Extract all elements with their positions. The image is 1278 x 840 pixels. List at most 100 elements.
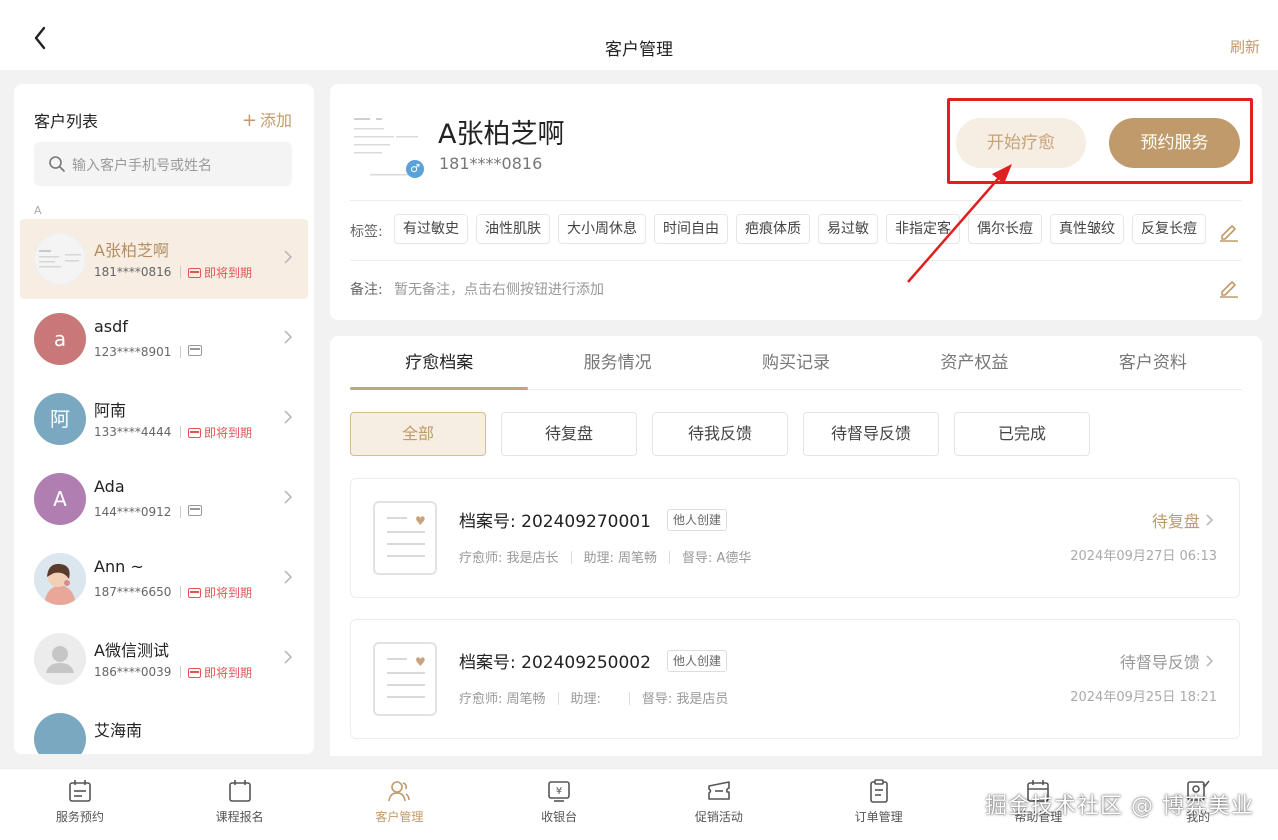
tab-service-status[interactable]: 服务情况 — [528, 336, 706, 389]
record-number-label: 档案号: — [459, 512, 516, 532]
record-date: 2024年09月25日 18:21 — [1070, 690, 1217, 705]
clipboard-icon — [869, 779, 888, 803]
expiry-badge-label: 即将到期 — [204, 266, 253, 280]
avatar: A — [34, 473, 86, 525]
nav-label: 订单管理 — [854, 810, 903, 824]
avatar — [34, 233, 86, 285]
customer-item[interactable]: 阿 阿南 133****4444 即将到期 — [20, 379, 308, 459]
book-service-button[interactable]: 预约服务 — [1109, 118, 1240, 168]
plus-icon: + — [241, 110, 257, 131]
card-icon — [188, 345, 202, 356]
edit-tags-pencil-icon[interactable] — [1218, 220, 1240, 242]
divider — [180, 506, 181, 518]
nav-cashier[interactable]: ¥ 收银台 — [479, 769, 639, 840]
record-card[interactable]: ♥ 档案号: 202409270001 他人创建 疗愈师: 我是店长 助理: 周笔… — [350, 478, 1240, 598]
filter-pending-review[interactable]: 待复盘 — [501, 412, 637, 456]
avatar: a — [34, 313, 86, 365]
record-card[interactable]: ♥ 档案号: 202409250002 他人创建 疗愈师: 周笔畅 助理: 督导: … — [350, 619, 1240, 739]
customer-phone: 133****4444 — [94, 425, 172, 439]
nav-label: 收银台 — [541, 810, 578, 824]
customer-name: Ann ~ — [94, 557, 144, 576]
record-status-label: 待复盘 — [1151, 512, 1200, 531]
illustrated-avatar-icon — [34, 553, 86, 605]
divider — [180, 426, 181, 438]
record-number-label: 档案号: — [459, 653, 516, 673]
profile-phone: 181****0816 — [439, 154, 543, 173]
record-number-value: 202409250002 — [521, 653, 651, 673]
nav-promotions[interactable]: 促销活动 — [639, 769, 799, 840]
nav-order-management[interactable]: 订单管理 — [799, 769, 959, 840]
chevron-right-icon — [284, 490, 293, 504]
watermark-text: 掘金技术社区 @ 博弈美业 — [985, 794, 1254, 819]
filter-my-feedback[interactable]: 待我反馈 — [652, 412, 788, 456]
calendar-icon — [69, 780, 91, 802]
avatar — [34, 553, 86, 605]
expiry-badge: 即将到期 — [188, 584, 252, 601]
expiry-badge: 即将到期 — [188, 664, 252, 681]
ticket-icon — [708, 781, 730, 800]
supervisor: 督导: 我是店员 — [641, 692, 729, 707]
customer-name: Ada — [94, 477, 125, 496]
tab-asset-benefits[interactable]: 资产权益 — [885, 336, 1063, 389]
customer-name: 阿南 — [94, 401, 127, 420]
nav-label: 促销活动 — [694, 810, 743, 824]
customer-item[interactable]: Ann ~ 187****6650 即将到期 — [20, 539, 308, 619]
filter-completed[interactable]: 已完成 — [954, 412, 1090, 456]
therapist: 疗愈师: 我是店长 — [459, 551, 559, 566]
expiry-badge-label: 即将到期 — [204, 426, 253, 440]
chevron-right-icon — [284, 330, 293, 344]
search-placeholder: 输入客户手机号或姓名 — [72, 158, 212, 174]
nav-course-signup[interactable]: 课程报名 — [160, 769, 320, 840]
tag: 时间自由 — [654, 214, 728, 244]
customer-item[interactable]: 艾海南 — [20, 699, 308, 754]
card-icon — [188, 668, 201, 678]
tab-customer-info[interactable]: 客户资料 — [1064, 336, 1242, 389]
expiry-badge: 即将到期 — [188, 264, 252, 281]
nav-label: 客户管理 — [375, 810, 424, 824]
assistant: 助理: — [570, 692, 601, 707]
add-label: 添加 — [259, 111, 292, 130]
customer-phone: 181****0816 — [94, 265, 172, 279]
card-icon — [188, 428, 201, 438]
customer-item[interactable]: A Ada 144****0912 — [20, 459, 308, 539]
nav-service-booking[interactable]: 服务预约 — [0, 769, 160, 840]
nav-label: 服务预约 — [55, 810, 104, 824]
customer-list-title: 客户列表 — [34, 112, 99, 131]
divider — [350, 200, 1242, 201]
search-input[interactable]: 输入客户手机号或姓名 — [34, 142, 292, 186]
edit-note-pencil-icon[interactable] — [1218, 276, 1240, 298]
record-status: 待督导反馈 — [1120, 649, 1215, 673]
document-icon: ♥ — [373, 501, 437, 575]
refresh-button[interactable]: 刷新 — [1230, 36, 1260, 57]
divider — [350, 260, 1242, 261]
tab-purchase-records[interactable]: 购买记录 — [707, 336, 885, 389]
tab-treatment-records[interactable]: 疗愈档案 — [350, 336, 529, 390]
supervisor: 督导: A德华 — [682, 551, 752, 566]
customer-item[interactable]: A微信测试 186****0039 即将到期 — [20, 619, 308, 699]
filter-supervisor-feedback[interactable]: 待督导反馈 — [803, 412, 939, 456]
filter-all[interactable]: 全部 — [350, 412, 486, 456]
nav-customer-management[interactable]: 客户管理 — [320, 769, 480, 840]
tag: 有过敏史 — [394, 214, 468, 244]
therapist: 疗愈师: 周笔畅 — [459, 692, 546, 707]
divider — [180, 666, 181, 678]
customer-item[interactable]: a asdf 123****8901 — [20, 299, 308, 379]
users-icon — [388, 781, 411, 802]
profile-name: A张柏芝啊 — [438, 119, 565, 150]
cashier-icon: ¥ — [548, 781, 570, 802]
record-status: 待复盘 — [1152, 508, 1215, 532]
customer-item[interactable]: A张柏芝啊 181****0816 即将到期 — [20, 219, 308, 299]
divider — [180, 346, 181, 358]
customer-phone: 186****0039 — [94, 665, 172, 679]
record-number-value: 202409270001 — [521, 512, 651, 532]
customer-profile-card: ♂ A张柏芝啊 181****0816 开始疗愈 预约服务 标签: 有过敏史 油… — [330, 84, 1262, 320]
record-number: 档案号: 202409250002 — [459, 648, 651, 673]
default-user-icon — [46, 646, 74, 673]
customer-name: A微信测试 — [94, 641, 169, 660]
customer-list-panel: 客户列表 + 添加 输入客户手机号或姓名 A A张柏芝啊 181****0816 … — [14, 84, 314, 754]
record-date: 2024年09月27日 06:13 — [1070, 549, 1217, 564]
card-icon — [188, 268, 201, 278]
chevron-right-icon — [284, 650, 293, 664]
add-customer-button[interactable]: + 添加 — [242, 107, 292, 131]
customer-name: 艾海南 — [94, 721, 143, 740]
